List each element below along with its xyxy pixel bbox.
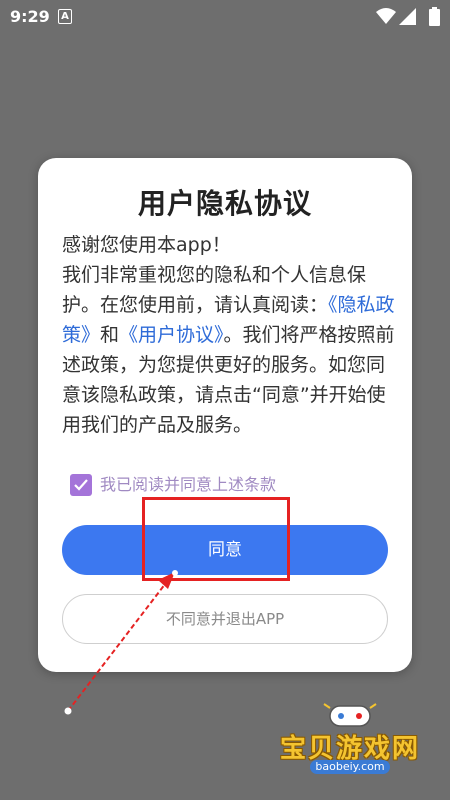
watermark: 宝贝游戏网 baobeiy.com — [270, 700, 430, 780]
watermark-url: baobeiy.com — [310, 760, 390, 774]
pointer-arrow-icon — [64, 570, 178, 715]
gamepad-logo-icon — [323, 703, 377, 727]
